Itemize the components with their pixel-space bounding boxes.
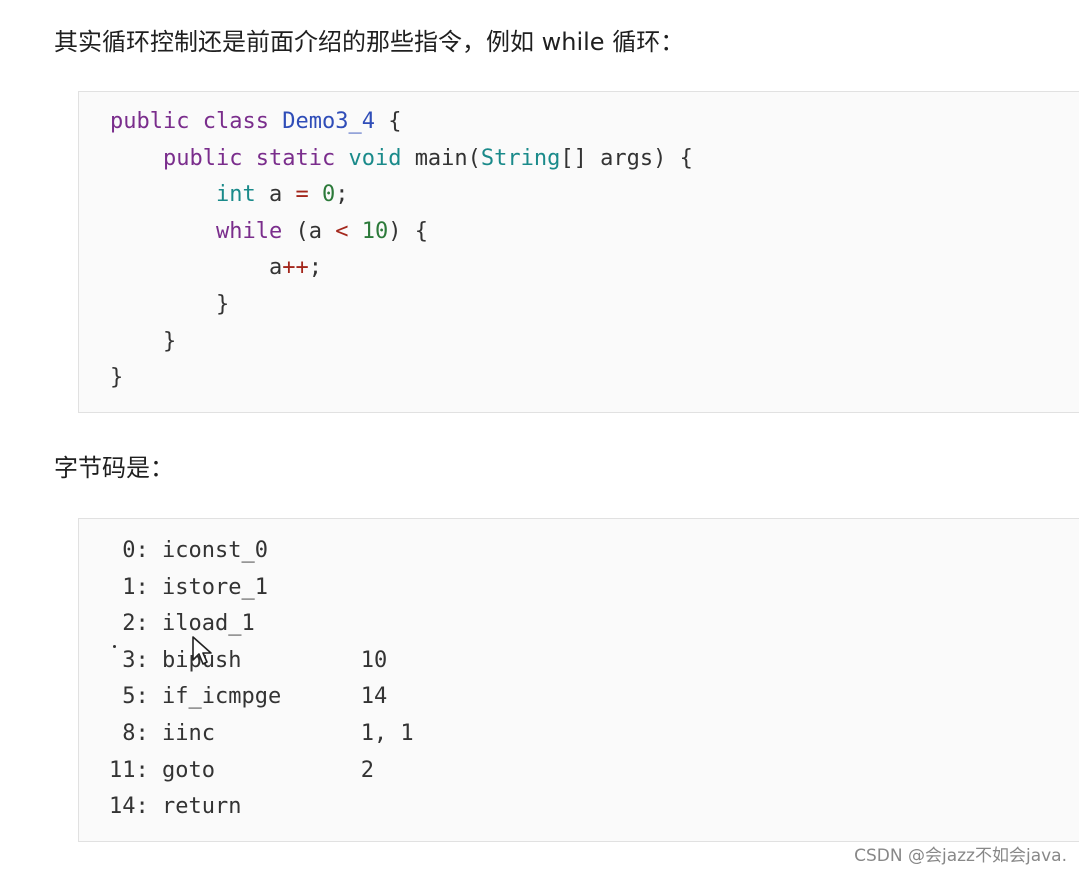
bytecode-line: 0: iconst_0 (109, 538, 268, 563)
code-line-3: int a = 0; (215, 182, 349, 208)
bytecode-heading: 字节码是： (54, 454, 174, 482)
bytecode-line: 1: istore_1 (109, 574, 268, 600)
code-line-5: a++; (268, 255, 322, 281)
bytecode-line: 8: iinc 1, 1 (109, 720, 414, 746)
code-line-1: public class Demo3_4 { (110, 109, 402, 134)
mouse-pointer-icon (192, 636, 212, 665)
code-line-4: while (a < 10) { (215, 218, 428, 244)
code-line-6: } (215, 291, 230, 317)
bytecode-block: 0: iconst_0 1: istore_1 2: iload_1 3: bi… (78, 518, 1079, 842)
bytecode-line: 14: return (109, 794, 242, 820)
bytecode-line: 3: bipush 10 (109, 647, 388, 673)
intro-paragraph: 其实循环控制还是前面介绍的那些指令，例如 while 循环： (54, 28, 685, 56)
code-line-7: } (162, 328, 177, 354)
stray-dot (113, 645, 116, 648)
source-code-block: public class Demo3_4 { public static voi… (78, 91, 1079, 413)
bytecode-line: 5: if_icmpge 14 (109, 684, 388, 710)
bytecode-line: 2: iload_1 (109, 611, 255, 637)
csdn-watermark: CSDN @会jazz不如会java. (854, 846, 1067, 866)
code-line-8: } (110, 365, 124, 391)
code-line-2: public static void main(String[] args) { (162, 145, 693, 171)
bytecode-line: 11: goto 2 (109, 757, 374, 783)
